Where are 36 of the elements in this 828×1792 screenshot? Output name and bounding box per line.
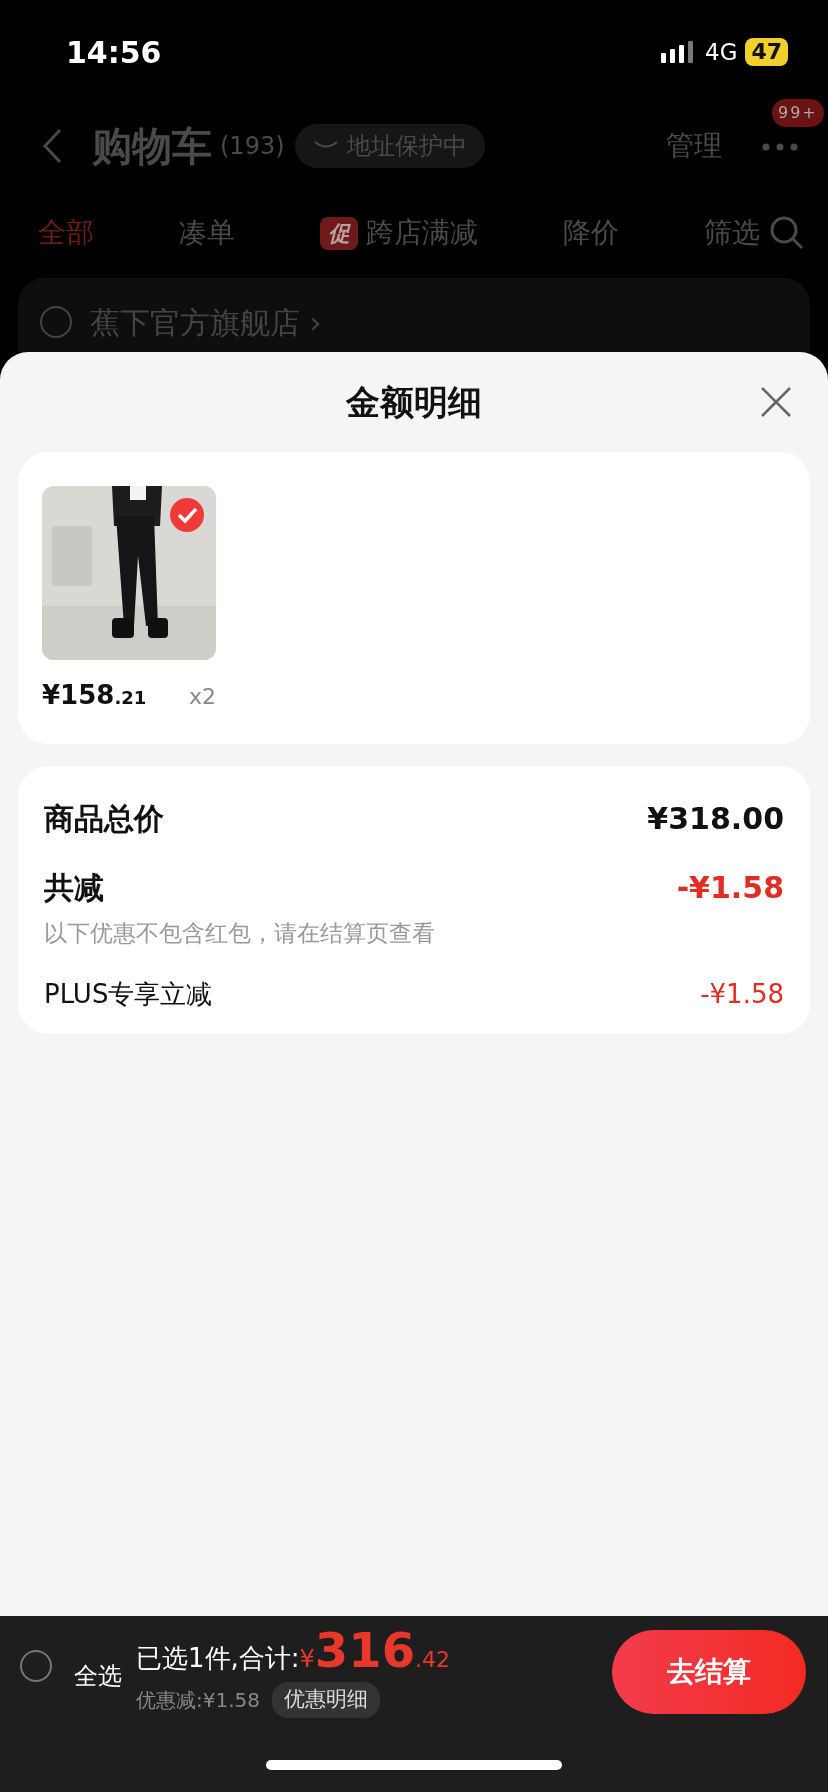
total-price: ¥316.42 [299,1626,451,1678]
notification-badge: 99+ [772,99,824,127]
battery-indicator: 47 [745,38,788,66]
network-label: 4G [705,37,738,67]
status-time: 14:56 [66,33,162,72]
select-all-checkbox[interactable] [20,1650,52,1682]
tab[interactable]: 降价 [563,212,619,254]
tab[interactable]: 凑单 [179,212,235,254]
tab[interactable]: 跨店满减 [366,212,478,254]
discount-text: 优惠减:¥1.58 [136,1686,260,1714]
item-quantity: x2 [188,683,216,711]
promo-tag: 促 [320,216,358,250]
search-icon [770,216,804,250]
summary-amount: ¥318.00 [647,800,784,838]
item-price: ¥158.21 [42,679,147,712]
checkmark-icon[interactable] [170,498,204,532]
summary-amount: -¥1.58 [700,977,784,1011]
tab[interactable]: 全部 [38,212,94,254]
summary-label: PLUS专享立减 [44,977,213,1011]
summary-label: 共减 [44,869,104,907]
filter-tab[interactable]: 筛选 [704,212,804,254]
summary-note: 以下优惠不包含红包，请在结算页查看 [44,919,436,948]
manage-link[interactable]: 管理 [666,125,722,167]
summary-amount: -¥1.58 [676,869,784,907]
page-title: 购物车 [92,122,212,171]
checkout-button[interactable]: 去结算 [612,1630,806,1714]
more-icon[interactable] [762,143,798,151]
back-icon[interactable] [42,128,62,164]
sheet-title: 金额明细 [346,380,482,424]
discount-detail-button[interactable]: 优惠明细 [272,1682,380,1718]
selected-summary: 已选1件,合计: [136,1642,300,1675]
cart-count: (193) [220,131,285,162]
select-all-label[interactable]: 全选 [74,1658,122,1694]
close-icon[interactable] [760,386,792,418]
summary-label: 商品总价 [44,800,164,838]
store-checkbox[interactable] [40,306,72,338]
